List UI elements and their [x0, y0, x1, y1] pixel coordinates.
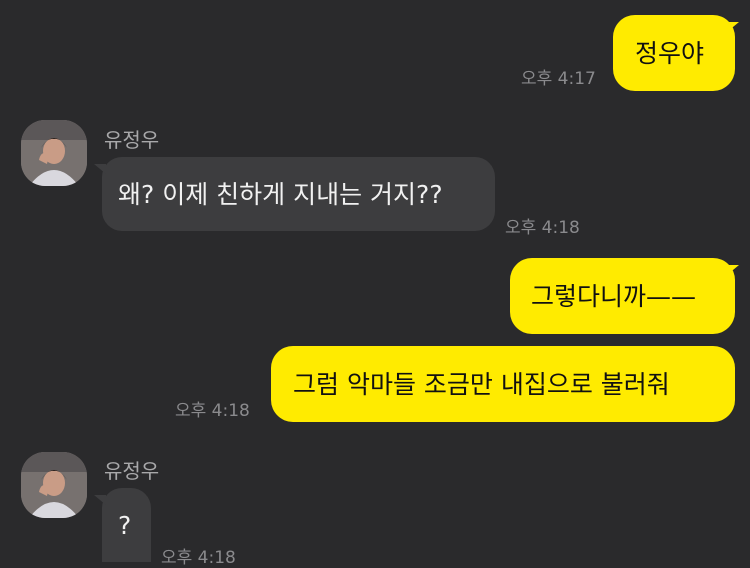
- message-bubble-sent[interactable]: 그렇다니까——: [510, 258, 735, 334]
- bubble-tail: [727, 22, 739, 32]
- message-timestamp: 오후 4:18: [161, 548, 236, 568]
- message-bubble-received[interactable]: 왜? 이제 친하게 지내는 거지??: [102, 157, 495, 231]
- message-text: 왜? 이제 친하게 지내는 거지??: [118, 179, 443, 209]
- avatar[interactable]: [21, 452, 87, 518]
- bubble-tail: [727, 265, 739, 275]
- profile-photo-icon: [21, 120, 87, 186]
- bubble-tail: [94, 164, 106, 174]
- message-timestamp: 오후 4:18: [175, 401, 250, 421]
- message-timestamp: 오후 4:17: [521, 69, 596, 89]
- bubble-tail: [94, 495, 106, 505]
- message-text: 그렇다니까——: [531, 281, 697, 311]
- message-bubble-received[interactable]: ?: [102, 488, 151, 562]
- message-text: ?: [118, 510, 132, 540]
- profile-photo-icon: [21, 452, 87, 518]
- avatar[interactable]: [21, 120, 87, 186]
- message-bubble-sent[interactable]: 그럼 악마들 조금만 내집으로 불러줘: [271, 346, 735, 422]
- sender-name: 유정우: [104, 128, 160, 152]
- message-text: 정우야: [635, 38, 705, 68]
- message-timestamp: 오후 4:18: [505, 218, 580, 238]
- chat-message-list[interactable]: 정우야 오후 4:17 유정우 왜? 이제 친하게 지내는 거지?? 오후 4:…: [0, 0, 750, 568]
- sender-name: 유정우: [104, 459, 160, 483]
- message-bubble-sent[interactable]: 정우야: [613, 15, 735, 91]
- message-text: 그럼 악마들 조금만 내집으로 불러줘: [293, 369, 670, 399]
